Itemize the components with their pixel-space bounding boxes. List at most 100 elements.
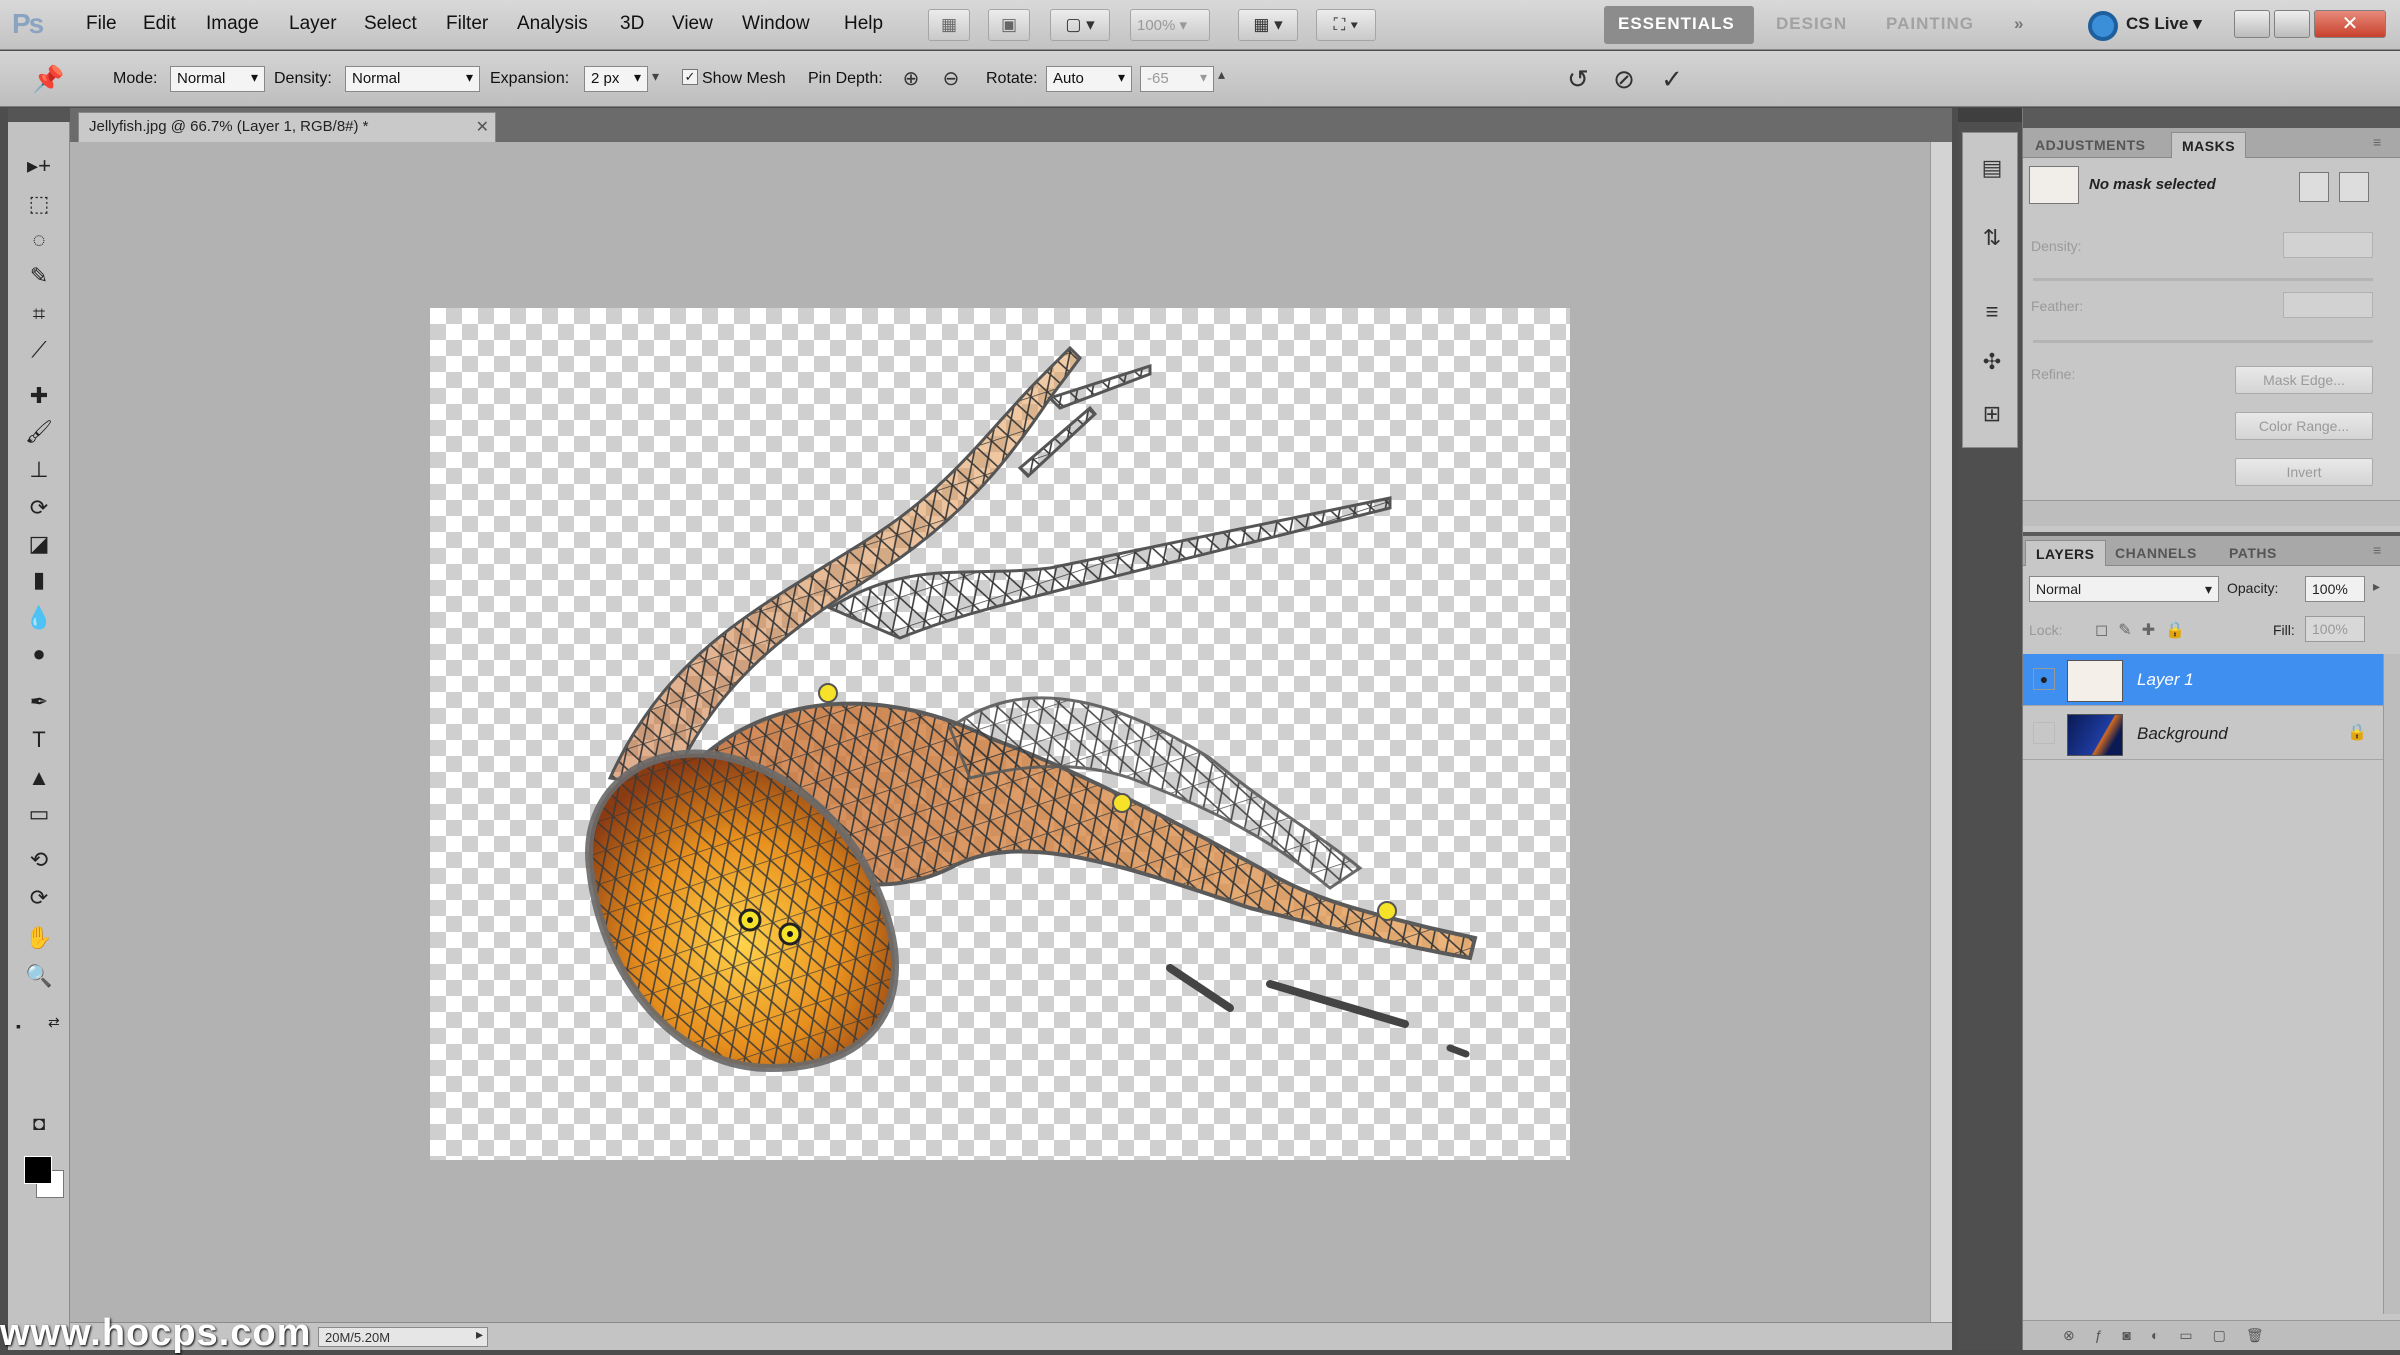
crop-tool-icon[interactable]: ⌗	[22, 298, 56, 330]
mask-edge-button[interactable]: Mask Edge...	[2235, 366, 2373, 394]
quick-mask-icon[interactable]: ◘	[22, 1108, 56, 1140]
layers-panel-footer-icons[interactable]: ⊗ƒ◙◐▭▢🗑	[2023, 1320, 2400, 1350]
density-slider[interactable]	[2033, 278, 2373, 281]
tools-panel-grip[interactable]	[8, 108, 70, 122]
tab-layers[interactable]: LAYERS	[2025, 540, 2106, 566]
close-document-icon[interactable]: ✕	[476, 117, 489, 137]
layers-panel-menu-icon[interactable]: ≡	[2373, 542, 2381, 558]
blend-mode-select[interactable]: Normal ▾	[2029, 576, 2219, 602]
layer-name-background[interactable]: Background	[2137, 724, 2228, 744]
lasso-tool-icon[interactable]: ◌	[22, 224, 56, 256]
marquee-tool-icon[interactable]: ⬚	[22, 188, 56, 220]
density-select[interactable]: Normal	[345, 66, 480, 92]
icon-strip-grip[interactable]	[1958, 108, 2022, 122]
layer-visibility-box-icon[interactable]: ●	[2033, 722, 2055, 744]
expansion-field[interactable]: 2 px	[584, 66, 648, 92]
opacity-arrow-icon[interactable]: ▸	[2373, 578, 2380, 595]
puppet-warp-tool-icon[interactable]: 📌	[32, 63, 64, 95]
show-mesh-checkbox[interactable]: ✓	[682, 69, 698, 85]
path-selection-tool-icon[interactable]: ▲	[22, 762, 56, 794]
dodge-tool-icon[interactable]: ●	[22, 638, 56, 670]
density-mask-field[interactable]	[2283, 232, 2373, 258]
tab-channels[interactable]: CHANNELS	[2105, 540, 2207, 566]
rotate-angle-field[interactable]: -65	[1140, 66, 1214, 92]
workspace-painting[interactable]: PAINTING	[1872, 6, 1988, 44]
default-colors-icon[interactable]: ▪	[16, 1018, 21, 1034]
history-icon[interactable]: ⇅	[1977, 223, 2007, 253]
foreground-color-swatch[interactable]	[24, 1156, 52, 1184]
status-menu-icon[interactable]: ▸	[476, 1326, 483, 1343]
cs-live-menu[interactable]: CS Live ▾	[2126, 14, 2202, 34]
menu-view[interactable]: View	[672, 13, 713, 35]
clone-stamp-tool-icon[interactable]: ⊥	[22, 454, 56, 486]
hand-tool-icon[interactable]: ✋	[22, 922, 56, 954]
add-vector-mask-icon[interactable]	[2339, 172, 2369, 202]
mini-bridge-icon[interactable]: ▤	[1977, 153, 2007, 183]
view-extras-icon[interactable]: ▢ ▾	[1050, 9, 1110, 41]
invert-button[interactable]: Invert	[2235, 458, 2373, 486]
layer-row-layer-1[interactable]: ● Layer 1	[2023, 654, 2383, 706]
menu-filter[interactable]: Filter	[446, 13, 488, 35]
menu-help[interactable]: Help	[844, 13, 883, 35]
vertical-scrollbar[interactable]	[1930, 142, 1952, 1322]
eraser-tool-icon[interactable]: ◪	[22, 528, 56, 560]
layer-visibility-eye-icon[interactable]: ●	[2033, 668, 2055, 690]
eyedropper-tool-icon[interactable]: ⟋	[22, 334, 56, 366]
brush-tool-icon[interactable]: 🖌	[22, 416, 56, 448]
pin-backward-icon[interactable]: ⊖	[935, 63, 967, 95]
tab-adjustments[interactable]: ADJUSTMENTS	[2025, 132, 2156, 158]
menu-image[interactable]: Image	[206, 13, 259, 35]
spot-healing-tool-icon[interactable]: ✚	[22, 380, 56, 412]
rotate-stepper-icon[interactable]: ▴	[1218, 66, 1225, 83]
clone-source-icon[interactable]: ⊞	[1977, 399, 2007, 429]
rectangle-tool-icon[interactable]: ▭	[22, 798, 56, 830]
layers-scrollbar[interactable]	[2383, 654, 2400, 1314]
workspace-design[interactable]: DESIGN	[1762, 6, 1861, 44]
3d-orbit-tool-icon[interactable]: ⟳	[22, 882, 56, 914]
pin-forward-icon[interactable]: ⊕	[895, 63, 927, 95]
panel-menu-icon[interactable]: ≡	[2373, 134, 2381, 150]
menu-layer[interactable]: Layer	[289, 13, 337, 35]
swap-colors-icon[interactable]: ⇄	[48, 1014, 60, 1031]
cancel-transform-icon[interactable]: ⊘	[1608, 63, 1640, 95]
color-range-button[interactable]: Color Range...	[2235, 412, 2373, 440]
zoom-level-field[interactable]: 100% ▾	[1130, 9, 1210, 41]
menu-3d[interactable]: 3D	[620, 13, 644, 35]
menu-select[interactable]: Select	[364, 13, 417, 35]
pen-tool-icon[interactable]: ✒	[22, 686, 56, 718]
feather-field[interactable]	[2283, 292, 2373, 318]
gradient-tool-icon[interactable]: ▮	[22, 564, 56, 596]
workspace-essentials[interactable]: ESSENTIALS	[1604, 6, 1754, 44]
launch-bridge-icon[interactable]: ▦	[928, 9, 970, 41]
panel-dock-header[interactable]	[2023, 108, 2400, 128]
feather-slider[interactable]	[2033, 340, 2373, 343]
brush-presets-icon[interactable]: ✣	[1977, 347, 2007, 377]
lock-icons[interactable]: ◻✎✚🔒	[2095, 620, 2195, 640]
quick-selection-tool-icon[interactable]: ✎	[22, 260, 56, 292]
minimize-button[interactable]	[2234, 10, 2270, 38]
canvas[interactable]	[430, 308, 1570, 1160]
mode-select[interactable]: Normal	[170, 66, 265, 92]
zoom-tool-icon[interactable]: 🔍	[22, 960, 56, 992]
add-pixel-mask-icon[interactable]	[2299, 172, 2329, 202]
menu-edit[interactable]: Edit	[143, 13, 176, 35]
move-tool-icon[interactable]: ▸+	[22, 150, 56, 182]
menu-window[interactable]: Window	[742, 13, 810, 35]
layer-row-background[interactable]: ● Background 🔒	[2023, 708, 2383, 760]
menu-file[interactable]: File	[86, 13, 117, 35]
opacity-field[interactable]: 100%	[2305, 576, 2365, 602]
character-icon[interactable]: ≡	[1977, 297, 2007, 327]
3d-rotate-tool-icon[interactable]: ⟲	[22, 844, 56, 876]
cs-live-icon[interactable]	[2088, 11, 2118, 41]
commit-transform-icon[interactable]: ✓	[1656, 63, 1688, 95]
layer-name-layer-1[interactable]: Layer 1	[2137, 670, 2194, 690]
blur-tool-icon[interactable]: 💧	[22, 602, 56, 634]
more-workspaces-icon[interactable]: »	[2000, 6, 2038, 44]
document-tab[interactable]: Jellyfish.jpg @ 66.7% (Layer 1, RGB/8#) …	[78, 112, 496, 142]
expansion-stepper-icon[interactable]: ▾	[652, 68, 659, 85]
menu-analysis[interactable]: Analysis	[517, 13, 588, 35]
close-window-button[interactable]: ✕	[2314, 10, 2386, 38]
type-tool-icon[interactable]: T	[22, 724, 56, 756]
tab-paths[interactable]: PATHS	[2219, 540, 2287, 566]
screen-mode-icon[interactable]: ⛶ ▾	[1316, 9, 1376, 41]
